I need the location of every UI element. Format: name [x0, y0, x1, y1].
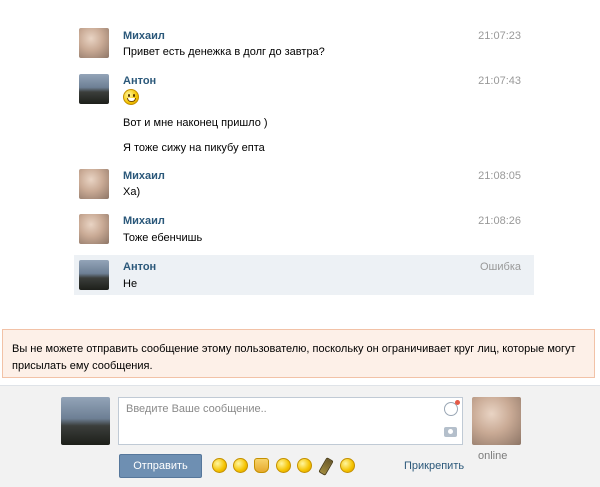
message-author[interactable]: Михаил: [123, 170, 165, 182]
avatar-mikhail[interactable]: [79, 169, 109, 199]
message-item-failed: Антон Ошибка Не: [74, 255, 534, 295]
message-time: 21:07:43: [478, 75, 521, 87]
message-time: 21:08:26: [478, 215, 521, 227]
attach-link[interactable]: Прикрепить: [404, 460, 464, 472]
avatar-anton[interactable]: [79, 74, 109, 104]
avatar-mikhail[interactable]: [79, 28, 109, 58]
thumbs-up-icon[interactable]: [254, 458, 269, 473]
champagne-icon[interactable]: [318, 457, 334, 476]
avatar-mikhail[interactable]: [79, 214, 109, 244]
message-text: Ха): [123, 186, 141, 198]
message-time: 21:07:23: [478, 30, 521, 42]
message-time: 21:08:05: [478, 170, 521, 182]
send-button[interactable]: Отправить: [119, 454, 202, 478]
message-text: Привет есть денежка в долг до завтра?: [123, 46, 325, 58]
message-input[interactable]: [118, 397, 463, 445]
my-avatar[interactable]: [61, 397, 110, 445]
privacy-warning: Вы не можете отправить сообщение этому п…: [2, 329, 595, 378]
message-text: Не: [123, 278, 138, 290]
message-text: Вот и мне наконец пришло ): [123, 117, 268, 129]
message-item: Михаил 21:08:26 Тоже ебенчишь: [74, 209, 534, 249]
online-status: online: [478, 450, 508, 462]
peer-avatar[interactable]: [472, 397, 521, 445]
blush-icon[interactable]: [297, 458, 312, 473]
message-text: Я тоже сижу на пикубу епта: [123, 142, 265, 154]
message-text: Тоже ебенчишь: [123, 232, 203, 244]
message-error-status: Ошибка: [480, 261, 521, 273]
neutral-face-icon[interactable]: [340, 458, 355, 473]
message-composer: Отправить Прикрепить online: [0, 385, 600, 487]
emoji-picker-icon[interactable]: [444, 400, 460, 416]
message-item: Антон 21:07:43 Вот и мне наконец пришло …: [74, 70, 534, 160]
avatar-anton[interactable]: [79, 260, 109, 290]
grin-smile-icon: [123, 89, 139, 105]
message-author[interactable]: Михаил: [123, 215, 165, 227]
kiss-wink-icon[interactable]: [233, 458, 248, 473]
wink-icon[interactable]: [276, 458, 291, 473]
message-author[interactable]: Михаил: [123, 30, 165, 42]
grin-icon[interactable]: [212, 458, 227, 473]
camera-icon[interactable]: [444, 427, 457, 437]
message-author[interactable]: Антон: [123, 75, 156, 87]
message-item: Михаил 21:08:05 Ха): [74, 164, 534, 202]
message-author[interactable]: Антон: [123, 261, 156, 273]
message-item: Михаил 21:07:23 Привет есть денежка в до…: [74, 24, 534, 62]
